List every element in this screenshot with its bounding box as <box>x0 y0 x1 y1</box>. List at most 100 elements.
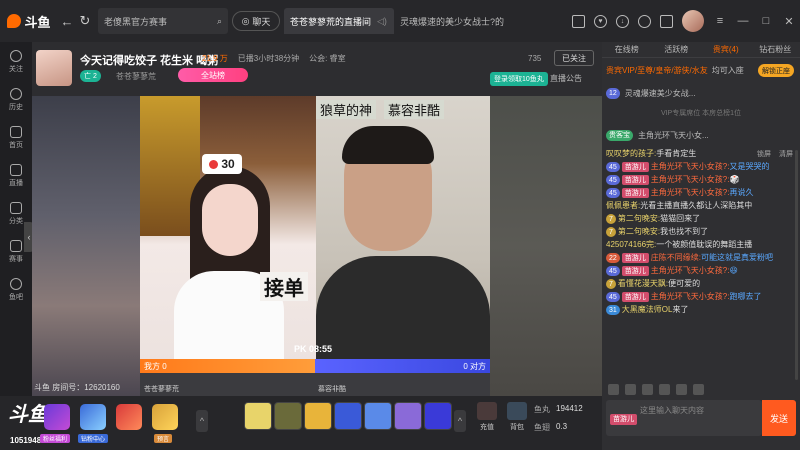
chat-username[interactable]: 第二句晚安: <box>618 227 660 236</box>
heart-icon[interactable]: ♥ <box>594 14 607 28</box>
mute-icon[interactable]: ◁) <box>377 16 387 27</box>
anchor-name[interactable]: 苍苍蓼蓼荒 <box>116 71 156 82</box>
sidebar-item-follow[interactable]: 关注 <box>9 50 23 74</box>
chat-message[interactable]: 425074166完:一个被颜值耽误的舞蹈主播 <box>606 239 796 251</box>
chat-username[interactable]: 主角光环飞天小女孩?: <box>651 292 730 301</box>
chat-message[interactable]: 45 苗游儿 主角光环飞天小女孩?:再说久 <box>606 187 796 199</box>
fan-welfare-icon[interactable] <box>44 404 70 430</box>
douyu-logo[interactable]: 斗鱼 <box>0 0 58 42</box>
chat-message[interactable]: 45 苗游儿 主角光环飞天小女孩?:又是哭哭的 <box>606 161 796 173</box>
chat-message[interactable]: 45 苗游儿 主角光环飞天小女孩?:😆 <box>606 265 796 277</box>
gift-box-icon[interactable] <box>116 404 142 430</box>
tab-active-rank[interactable]: 活跃榜 <box>652 42 702 57</box>
vip-rank-row[interactable]: 12 灵魂爆速美少女战... <box>606 84 695 102</box>
user-level-badge: 45 <box>606 174 620 185</box>
gift-item[interactable] <box>244 402 272 430</box>
chat-message[interactable]: 佩佩患者:光看主播直播久都让人深陷其中 <box>606 200 796 212</box>
download-icon[interactable]: ↓ <box>616 14 629 28</box>
crown-icon[interactable] <box>642 383 653 395</box>
chat-message[interactable]: 7 第二句晚安:猫猫回来了 <box>606 213 796 225</box>
chat-message[interactable]: 31 大黑魔法师OL来了 <box>606 304 796 316</box>
gift-scroll-left-button[interactable]: ^ <box>196 410 208 432</box>
emoji-icon[interactable] <box>608 383 619 395</box>
chat-username[interactable]: 主角光环飞天小女孩?: <box>651 175 730 184</box>
chat-message[interactable]: 45 苗游儿 主角光环飞天小女孩?:🎲 <box>606 174 796 186</box>
minimize-icon[interactable]: — <box>736 15 750 27</box>
chat-button[interactable]: ◎ 聊天 <box>232 11 280 31</box>
room-notice-link[interactable]: 直播公告 <box>550 73 582 84</box>
video-player[interactable]: 30 狼草的神 慕容非酷 接单 PK 08:55 我方 0 0 对方 斗鱼 房间… <box>32 96 602 396</box>
chat-message[interactable]: 22 苗游儿 庄陈不同缘续:可能这就是真爱粉吧 <box>606 252 796 264</box>
refresh-icon[interactable]: ↻ <box>76 13 94 29</box>
gift-icon[interactable] <box>693 383 704 395</box>
charge-button[interactable]: 充值 <box>474 402 500 438</box>
chat-username[interactable]: 大黑魔法师OL <box>622 305 673 314</box>
shield-icon[interactable] <box>676 383 687 395</box>
chat-scrollbar[interactable] <box>795 150 798 380</box>
menu-icon[interactable]: ≡ <box>713 15 727 27</box>
fullsite-rank-button[interactable]: 全站榜 <box>178 68 248 82</box>
chat-text: 跑哪去了 <box>729 292 762 301</box>
message-icon[interactable] <box>638 14 651 28</box>
chat-message[interactable]: 7 看懂花漫天飘:便可爱的 <box>606 278 796 290</box>
tab-other-room[interactable]: 灵魂爆速的美少女战士?的...✕ <box>394 8 504 34</box>
chat-message[interactable]: 7 第二句晚安:我也找不到了 <box>606 226 796 238</box>
sidebar-item-label: 关注 <box>9 66 23 73</box>
search-icon[interactable]: ⌕ <box>217 16 222 27</box>
sidebar-item-category[interactable]: 分类 <box>9 202 23 226</box>
chat-username[interactable]: 佩佩患者: <box>606 201 640 210</box>
tab-vip[interactable]: 贵宾(4) <box>701 42 751 57</box>
gift-item[interactable] <box>304 402 332 430</box>
chat-username[interactable]: 主角光环飞天小女孩?: <box>651 188 730 197</box>
chat-text: 再说久 <box>729 188 754 197</box>
chat-username[interactable]: 叹叹梦的孩子: <box>606 149 656 158</box>
chat-username[interactable]: 第二句晚安: <box>618 214 660 223</box>
bag-button[interactable]: 背包 <box>504 402 530 438</box>
video-icon[interactable] <box>572 14 585 28</box>
chat-username[interactable]: 425074166完: <box>606 240 656 249</box>
live-icon <box>10 164 22 176</box>
chat-username[interactable]: 庄陈不同缘续: <box>651 253 701 262</box>
sidebar-item-history[interactable]: 历史 <box>9 88 23 112</box>
chat-username[interactable]: 主角光环飞天小女孩?: <box>651 162 730 171</box>
sidebar-item-fishbar[interactable]: 鱼吧 <box>9 278 23 302</box>
diamond-fan-icon[interactable] <box>80 404 106 430</box>
chat-username[interactable]: 主角光环飞天小女孩?: <box>651 266 730 275</box>
gift-scroll-right-button[interactable]: ^ <box>454 410 466 432</box>
gift-item[interactable] <box>394 402 422 430</box>
sidebar-item-live[interactable]: 直播 <box>9 164 23 188</box>
close-window-icon[interactable]: ✕ <box>782 15 796 28</box>
gift-item[interactable] <box>334 402 362 430</box>
clear-screen-button[interactable]: 清屏 <box>779 149 793 159</box>
fish-icon <box>10 278 22 290</box>
chat-list[interactable]: 叹叹梦的孩子:手看肯定生 45 苗游儿 主角光环飞天小女孩?:又是哭哭的 45 苗游儿 主角… <box>602 148 800 380</box>
tab-current-room[interactable]: 苍苍蓼蓼荒的直播间◁)✕ <box>284 8 394 34</box>
tab-diamond-fans[interactable]: 钻石粉丝 <box>751 42 800 57</box>
maximize-icon[interactable]: □ <box>759 15 773 27</box>
gift-item[interactable] <box>424 402 452 430</box>
sidebar-item-events[interactable]: 赛事 <box>9 240 23 264</box>
anchor-avatar[interactable] <box>36 50 72 86</box>
sidebar-item-home[interactable]: 首页 <box>9 126 23 150</box>
unlock-seat-button[interactable]: 解锁正座 <box>758 64 794 77</box>
user-avatar[interactable] <box>682 10 704 32</box>
tab-online-rank[interactable]: 在线榜 <box>602 42 652 57</box>
lock-screen-button[interactable]: 锁屏 <box>757 149 771 159</box>
tab-event[interactable]: 老傻黑官方赛事 ⌕ <box>98 8 228 34</box>
bag-icon[interactable] <box>625 383 636 395</box>
vip-rank-row[interactable]: 贵客宝 主角光环飞天小女... <box>606 126 709 144</box>
chat-username[interactable]: 看懂花漫天飘: <box>618 279 668 288</box>
follow-button[interactable]: 已关注 <box>554 50 594 66</box>
color-icon[interactable] <box>659 383 670 395</box>
gift-item[interactable] <box>364 402 392 430</box>
trophy-icon[interactable] <box>152 404 178 430</box>
chat-message[interactable]: 45 苗游儿 主角光环飞天小女孩?:跑哪去了 <box>606 291 796 303</box>
back-arrow-icon[interactable]: ← <box>58 14 76 29</box>
task-icon[interactable] <box>660 14 673 28</box>
grid-icon <box>10 202 22 214</box>
send-button[interactable]: 发送 <box>762 400 796 436</box>
app-window: { "topbar": { "logo": "斗鱼", "tabs": [ {"… <box>0 0 800 450</box>
login-reward-badge[interactable]: 登录领取10鱼丸 <box>490 72 548 86</box>
gift-item[interactable] <box>274 402 302 430</box>
fan-badge[interactable]: 苗游儿 <box>610 414 637 425</box>
